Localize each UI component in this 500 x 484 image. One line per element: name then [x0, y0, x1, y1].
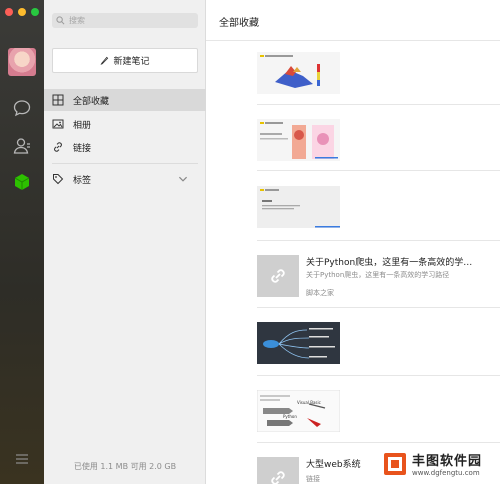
link-icon — [54, 142, 62, 152]
document-thumbnail — [257, 186, 340, 228]
image-label: Visual Basic — [297, 400, 321, 405]
link-thumbnail — [257, 255, 299, 297]
mindmap-thumbnail — [257, 322, 340, 364]
favorite-item-image[interactable] — [257, 322, 340, 364]
item-divider — [257, 104, 500, 105]
favorite-item-image[interactable] — [257, 119, 340, 161]
page-title: 全部收藏 — [219, 18, 259, 29]
minimize-window-button[interactable] — [18, 8, 26, 16]
item-divider — [257, 170, 500, 171]
new-note-button[interactable]: 新建笔记 — [52, 48, 198, 73]
sidebar-item-links[interactable]: 链接 — [44, 136, 206, 158]
header-divider — [206, 40, 500, 41]
menu-icon[interactable] — [12, 449, 32, 469]
item-source: 脚本之家 — [306, 289, 334, 297]
item-divider — [257, 307, 500, 308]
sidebar-item-label: 全部收藏 — [73, 96, 110, 107]
sidebar-item-label: 链接 — [73, 143, 92, 154]
item-title: 大型web系统 — [306, 460, 361, 470]
zoom-window-button[interactable] — [31, 8, 39, 16]
app-rail — [0, 0, 44, 484]
search-input[interactable]: 搜索 — [52, 13, 198, 28]
window-controls — [5, 8, 39, 16]
sidebar-item-album[interactable]: 相册 — [44, 113, 206, 135]
tag-icon — [53, 174, 64, 185]
sidebar-divider — [52, 163, 198, 164]
sidebar-item-label: 标签 — [73, 175, 92, 186]
chat-icon[interactable] — [12, 98, 32, 118]
sidebar-item-label: 相册 — [73, 120, 92, 131]
new-note-label: 新建笔记 — [113, 57, 150, 67]
watermark-url: www.dgfengtu.com — [412, 469, 480, 477]
pen-icon — [100, 56, 109, 65]
chevron-down-icon[interactable] — [177, 173, 189, 185]
item-subtitle: 关于Python爬虫，这里有一条高效的学习路径 — [306, 271, 450, 279]
image-label: Python — [283, 414, 297, 419]
search-placeholder: 搜索 — [69, 16, 85, 25]
storage-usage: 已使用 1.1 MB 可用 2.0 GB — [73, 462, 177, 471]
item-title: 关于Python爬虫，这里有一条高效的学… — [306, 258, 473, 268]
document-thumbnail — [257, 119, 340, 161]
photo-icon — [52, 119, 64, 129]
favorite-item-image[interactable]: Visual Basic Python — [257, 390, 340, 432]
item-divider — [257, 240, 500, 241]
close-window-button[interactable] — [5, 8, 13, 16]
grid-icon — [52, 94, 64, 106]
avatar[interactable] — [8, 48, 36, 76]
search-icon — [56, 16, 65, 25]
languages-thumbnail: Visual Basic Python — [257, 390, 340, 432]
link-icon — [271, 269, 285, 283]
document-thumbnail — [257, 52, 340, 94]
link-icon — [271, 471, 285, 484]
sidebar: 搜索 新建笔记 全部收藏 相册 链接 标签 已使用 1.1 MB 可用 2.0 … — [44, 0, 206, 484]
favorites-cube-icon[interactable] — [12, 172, 32, 192]
item-divider — [257, 375, 500, 376]
sidebar-item-tags[interactable]: 标签 — [44, 168, 206, 190]
site-watermark: 丰图软件园 www.dgfengtu.com — [378, 443, 500, 484]
item-source: 链接 — [306, 475, 320, 483]
favorite-item-image[interactable] — [257, 52, 340, 94]
favorite-item-link[interactable]: 关于Python爬虫，这里有一条高效的学… 关于Python爬虫，这里有一条高效… — [257, 255, 500, 297]
favorite-item-image[interactable] — [257, 186, 340, 228]
watermark-logo-icon — [384, 452, 406, 475]
contacts-icon[interactable] — [12, 136, 32, 156]
sidebar-item-all-favorites[interactable]: 全部收藏 — [44, 89, 206, 111]
watermark-name: 丰图软件园 — [412, 454, 483, 469]
link-thumbnail — [257, 457, 299, 484]
main-panel: 全部收藏 关于Python爬虫，这里有一条高效的学… 关于Python爬虫，这里… — [206, 0, 500, 484]
